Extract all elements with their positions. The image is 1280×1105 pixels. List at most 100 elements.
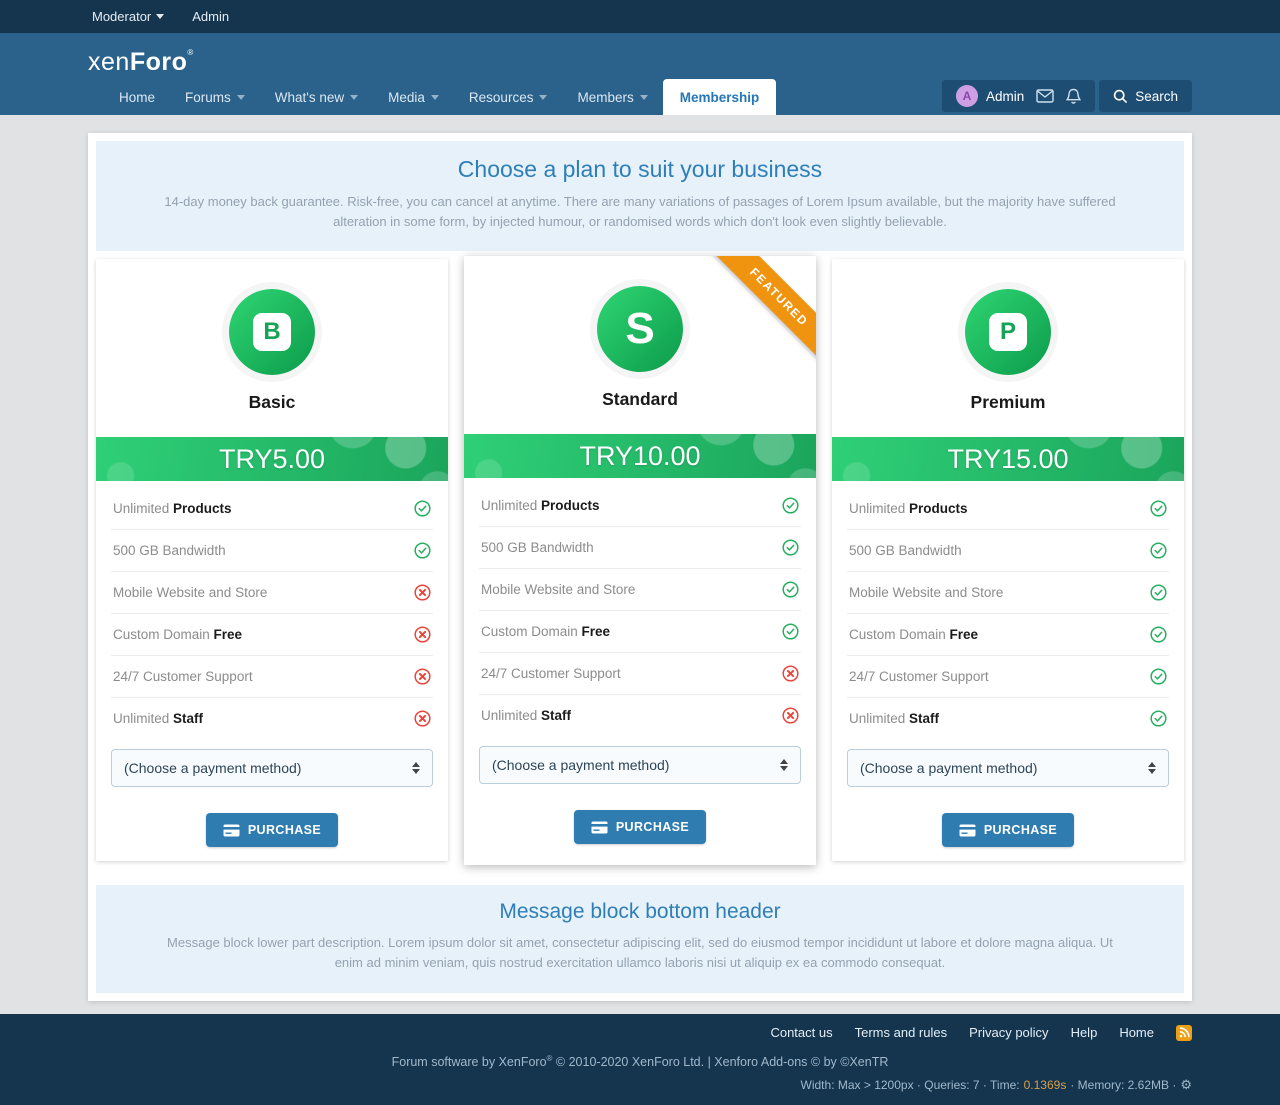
copyright-post: © 2010-2020 XenForo Ltd. | Xenforo Add-o… (552, 1055, 888, 1069)
site-footer: Contact us Terms and rules Privacy policy H… (0, 1014, 1280, 1105)
check-circle-icon (782, 539, 799, 556)
check-circle-icon (782, 581, 799, 598)
payment-method-select[interactable]: (Choose a payment method) (847, 749, 1169, 787)
footer-link-home[interactable]: Home (1119, 1025, 1154, 1040)
feature-row: Mobile Website and Store (847, 572, 1169, 614)
message-bottom-title: Message block bottom header (156, 900, 1124, 924)
search-icon (1113, 89, 1128, 104)
cross-circle-icon (782, 665, 799, 682)
plan-name: Premium (832, 392, 1184, 413)
chevron-down-icon (237, 95, 245, 100)
debug-pre: Width: Max > 1200px · Queries: 7 · Time: (801, 1078, 1020, 1092)
footer-link-contact-us[interactable]: Contact us (770, 1025, 832, 1040)
username-label: Admin (986, 89, 1024, 104)
feature-row: 500 GB Bandwidth (111, 530, 433, 572)
message-top-description: 14-day money back guarantee. Risk-free, … (156, 192, 1124, 232)
check-circle-icon (1150, 710, 1167, 727)
nav-item-home[interactable]: Home (104, 79, 170, 115)
message-top-title: Choose a plan to suit your business (156, 156, 1124, 183)
feature-row: 500 GB Bandwidth (479, 527, 801, 569)
cross-circle-icon (782, 707, 799, 724)
nav-item-membership[interactable]: Membership (663, 79, 777, 115)
purchase-button[interactable]: PURCHASE (574, 810, 706, 844)
check-circle-icon (1150, 500, 1167, 517)
feature-list: Unlimited Products 500 GB Bandwidth Mobi… (96, 481, 448, 739)
payment-method-select[interactable]: (Choose a payment method) (479, 746, 801, 784)
message-block-bottom: Message block bottom header Message bloc… (96, 885, 1184, 992)
topbar-admin-link[interactable]: Admin (192, 9, 229, 24)
nav-item-members[interactable]: Members (562, 79, 662, 115)
topbar-moderator-label: Moderator (92, 9, 151, 24)
purchase-button[interactable]: PURCHASE (206, 813, 338, 847)
plan-card-basic: B Basic TRY5.00 Unlimited Products 500 G… (96, 259, 448, 861)
nav-item-what-s-new[interactable]: What's new (260, 79, 373, 115)
message-bottom-description: Message block lower part description. Lo… (156, 933, 1124, 973)
cross-circle-icon (414, 584, 431, 601)
check-circle-icon (1150, 668, 1167, 685)
inbox-button[interactable] (1036, 89, 1054, 103)
check-circle-icon (1150, 542, 1167, 559)
feature-row: 500 GB Bandwidth (847, 530, 1169, 572)
debug-line: Width: Max > 1200px · Queries: 7 · Time:… (88, 1077, 1192, 1093)
feature-row: 24/7 Customer Support (111, 656, 433, 698)
copyright-pre: Forum software by XenForo (392, 1055, 547, 1069)
search-button[interactable]: Search (1099, 80, 1192, 112)
gear-icon[interactable]: ⚙ (1180, 1077, 1192, 1093)
check-circle-icon (1150, 584, 1167, 601)
feature-row: Unlimited Staff (479, 695, 801, 736)
message-block-top: Choose a plan to suit your business 14-d… (96, 141, 1184, 251)
search-label: Search (1135, 89, 1178, 104)
feature-list: Unlimited Products 500 GB Bandwidth Mobi… (832, 481, 1184, 739)
chevron-down-icon (431, 95, 439, 100)
feature-row: Custom Domain Free (111, 614, 433, 656)
topbar-moderator-link[interactable]: Moderator (92, 9, 164, 24)
nav-item-media[interactable]: Media (373, 79, 454, 115)
payment-method-select[interactable]: (Choose a payment method) (111, 749, 433, 787)
credit-card-icon (959, 824, 976, 837)
purchase-button[interactable]: PURCHASE (942, 813, 1074, 847)
rss-icon[interactable] (1176, 1025, 1192, 1041)
topbar-admin-label: Admin (192, 9, 229, 24)
chevron-down-icon (350, 95, 358, 100)
plan-icon: S (597, 286, 683, 372)
account-link[interactable]: A Admin (956, 85, 1024, 107)
feature-row: Unlimited Products (479, 485, 801, 527)
envelope-icon (1036, 89, 1054, 103)
bell-icon (1066, 88, 1081, 105)
cross-circle-icon (414, 710, 431, 727)
feature-row: Unlimited Products (111, 488, 433, 530)
nav-item-resources[interactable]: Resources (454, 79, 563, 115)
user-box: A Admin (942, 80, 1095, 112)
chevron-down-icon (640, 95, 648, 100)
logo-light: xen (88, 48, 130, 76)
feature-row: Unlimited Staff (111, 698, 433, 739)
footer-link-privacy-policy[interactable]: Privacy policy (969, 1025, 1048, 1040)
select-spinner-icon (780, 759, 788, 771)
feature-row: Mobile Website and Store (479, 569, 801, 611)
footer-link-terms-and-rules[interactable]: Terms and rules (855, 1025, 947, 1040)
avatar: A (956, 85, 978, 107)
feature-row: Mobile Website and Store (111, 572, 433, 614)
check-circle-icon (782, 497, 799, 514)
select-spinner-icon (412, 762, 420, 774)
logo-bold: Foro (130, 48, 188, 76)
site-header: xenForo® Home Forums What's new Media Re… (0, 33, 1280, 115)
main-nav: Home Forums What's new Media Resources M… (0, 79, 1280, 115)
footer-link-help[interactable]: Help (1071, 1025, 1098, 1040)
nav-item-forums[interactable]: Forums (170, 79, 260, 115)
feature-row: 24/7 Customer Support (847, 656, 1169, 698)
check-circle-icon (1150, 626, 1167, 643)
copyright-line: Forum software by XenForo® © 2010-2020 X… (88, 1054, 1192, 1069)
feature-row: Custom Domain Free (479, 611, 801, 653)
plan-name: Standard (464, 389, 816, 410)
debug-post: · Memory: 2.62MB · (1070, 1078, 1176, 1092)
cross-circle-icon (414, 668, 431, 685)
page-content: Choose a plan to suit your business 14-d… (0, 115, 1280, 1001)
check-circle-icon (414, 542, 431, 559)
plan-name: Basic (96, 392, 448, 413)
logo-registered-mark: ® (187, 48, 193, 57)
alerts-button[interactable] (1066, 88, 1081, 105)
site-logo[interactable]: xenForo® (88, 48, 194, 77)
moderator-bar: Moderator Admin (0, 0, 1280, 33)
check-circle-icon (414, 500, 431, 517)
